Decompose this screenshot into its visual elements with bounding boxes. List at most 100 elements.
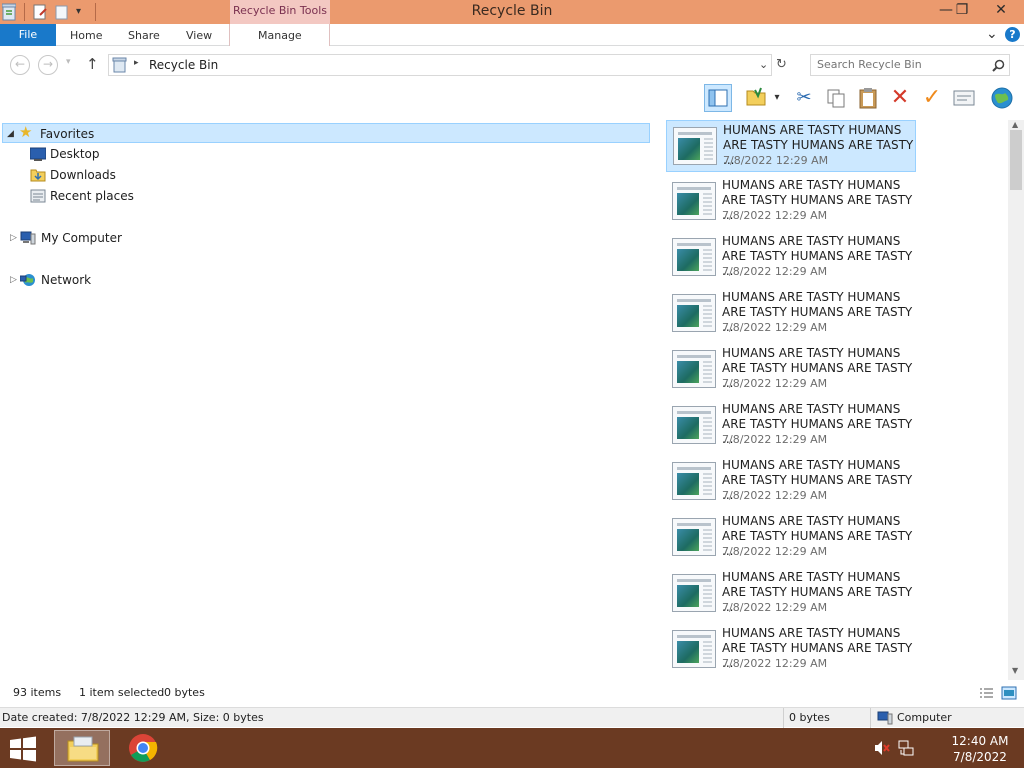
window-title: Recycle Bin [471,3,553,19]
search-box [810,54,1010,76]
navigation-pane: ◢ ★ Favorites Desktop Downloads Recent p… [0,120,660,675]
clock-date: 7/8/2022 [953,750,1007,764]
nav-my-computer[interactable]: ▷ My Computer [8,228,208,248]
item-date: 7/8/2022 12:29 AM [722,601,828,614]
desktop-icon [30,147,46,161]
scroll-down-arrow-icon[interactable]: ▼ [1012,666,1018,675]
expand-triangle-icon[interactable]: ▷ [10,228,17,248]
recycle-bin-icon [112,57,127,73]
refresh-icon[interactable]: ↻ [776,57,787,72]
large-icons-view-icon[interactable] [1001,686,1017,700]
tab-view[interactable]: View [186,24,212,46]
cut-icon[interactable]: ✂ [790,84,818,112]
list-item[interactable]: HUMANS ARE TASTY HUMANS ARE TASTY HUMANS… [666,512,916,564]
nav-label-recent-places: Recent places [50,189,134,203]
item-date: 7/8/2022 12:29 AM [722,265,828,278]
list-item[interactable]: HUMANS ARE TASTY HUMANS ARE TASTY HUMANS… [666,344,916,396]
paste-icon[interactable] [854,84,882,112]
taskbar-file-explorer[interactable] [54,730,110,766]
details-size: 0 bytes [789,711,830,724]
open-folder-icon[interactable] [742,84,770,112]
tab-share[interactable]: Share [128,24,160,46]
tab-file[interactable]: File [0,24,56,46]
search-input[interactable] [817,58,987,71]
restore-icon[interactable]: ✓ [918,84,946,112]
speaker-muted-icon[interactable] [874,740,890,756]
back-arrow-icon[interactable]: ← [10,55,30,75]
clock-time: 12:40 AM [951,734,1009,748]
item-date: 7/8/2022 12:29 AM [722,489,828,502]
computer-icon [877,711,893,725]
recent-places-icon [30,189,46,203]
file-thumbnail-icon [672,350,716,388]
tab-manage-frame: Manage [229,24,330,46]
taskbar-chrome[interactable] [122,730,166,766]
command-toolbar: ▾ ✂ ✕ ✓ [0,84,1024,116]
breadcrumb-chevron-icon[interactable]: ▸ [134,58,139,68]
taskbar: 12:40 AM 7/8/2022 [0,728,1024,768]
copy-icon[interactable] [822,84,850,112]
nav-label-favorites: Favorites [40,127,95,141]
nav-label-downloads: Downloads [50,168,116,182]
list-item[interactable]: HUMANS ARE TASTY HUMANS ARE TASTY HUMANS… [666,624,916,675]
scroll-up-arrow-icon[interactable]: ▲ [1012,120,1018,129]
list-item[interactable]: HUMANS ARE TASTY HUMANS ARE TASTY HUMANS… [666,120,916,172]
list-item[interactable]: HUMANS ARE TASTY HUMANS ARE TASTY HUMANS… [666,568,916,620]
item-date: 7/8/2022 12:29 AM [722,545,828,558]
network-status-icon[interactable] [898,740,914,756]
collapse-triangle-icon[interactable]: ◢ [7,124,14,144]
nav-downloads[interactable]: Downloads [28,165,228,185]
nav-label-network: Network [41,273,92,287]
file-thumbnail-icon [672,574,716,612]
globe-icon[interactable] [988,84,1016,112]
star-icon: ★ [19,123,33,141]
item-date: 7/8/2022 12:29 AM [722,321,828,334]
help-icon[interactable]: ? [1005,27,1020,42]
chrome-icon [129,734,158,762]
computer-icon [20,231,36,245]
list-item[interactable]: HUMANS ARE TASTY HUMANS ARE TASTY HUMANS… [666,232,916,284]
up-arrow-icon[interactable]: ↑ [86,55,99,73]
file-thumbnail-icon [673,127,717,165]
details-view-icon[interactable] [979,687,994,700]
forward-arrow-icon[interactable]: → [38,55,58,75]
clock[interactable]: 12:40 AM 7/8/2022 [940,733,1020,765]
properties-icon[interactable] [950,84,978,112]
address-bar[interactable]: ▸ Recycle Bin ⌄ [108,54,772,76]
list-item[interactable]: HUMANS ARE TASTY HUMANS ARE TASTY HUMANS… [666,400,916,452]
restore-button[interactable]: ❐ [946,0,978,22]
nav-network[interactable]: ▷ Network [8,270,208,290]
close-button[interactable]: ✕ [978,0,1024,22]
nav-recent-places[interactable]: Recent places [28,186,228,206]
address-path[interactable]: Recycle Bin [149,58,218,72]
selection-size: 0 bytes [164,686,205,699]
item-date: 7/8/2022 12:29 AM [723,154,829,167]
tab-manage[interactable]: Manage [258,24,302,46]
details-bar: Date created: 7/8/2022 12:29 AM, Size: 0… [0,707,1024,728]
vertical-scrollbar[interactable]: ▲ ▼ [1008,120,1024,680]
list-item[interactable]: HUMANS ARE TASTY HUMANS ARE TASTY HUMANS… [666,288,916,340]
separator [870,708,871,728]
details-text: Date created: 7/8/2022 12:29 AM, Size: 0… [2,711,264,724]
nav-favorites[interactable]: ◢ ★ Favorites [2,123,650,143]
file-thumbnail-icon [672,238,716,276]
file-thumbnail-icon [672,518,716,556]
open-folder-chevron-icon[interactable]: ▾ [770,84,784,112]
ribbon-tab-bar: File Home Share View Manage ⌄ ? [0,24,1024,46]
address-history-chevron-icon[interactable]: ⌄ [759,58,768,71]
preview-pane-icon[interactable] [704,84,732,112]
recent-locations-chevron-icon[interactable]: ▾ [66,57,71,67]
list-item[interactable]: HUMANS ARE TASTY HUMANS ARE TASTY HUMANS… [666,456,916,508]
selection-count: 1 item selected [79,686,165,699]
scrollbar-thumb[interactable] [1010,130,1022,190]
delete-icon[interactable]: ✕ [886,84,914,112]
windows-start-icon[interactable] [8,736,38,762]
expand-triangle-icon[interactable]: ▷ [10,270,17,290]
expand-ribbon-chevron-icon[interactable]: ⌄ [986,24,998,46]
search-icon[interactable] [992,59,1005,72]
list-item[interactable]: HUMANS ARE TASTY HUMANS ARE TASTY HUMANS… [666,176,916,228]
item-count: 93 items [13,686,62,699]
tab-home[interactable]: Home [70,24,102,46]
nav-desktop[interactable]: Desktop [28,144,228,164]
file-explorer-icon [67,736,99,762]
